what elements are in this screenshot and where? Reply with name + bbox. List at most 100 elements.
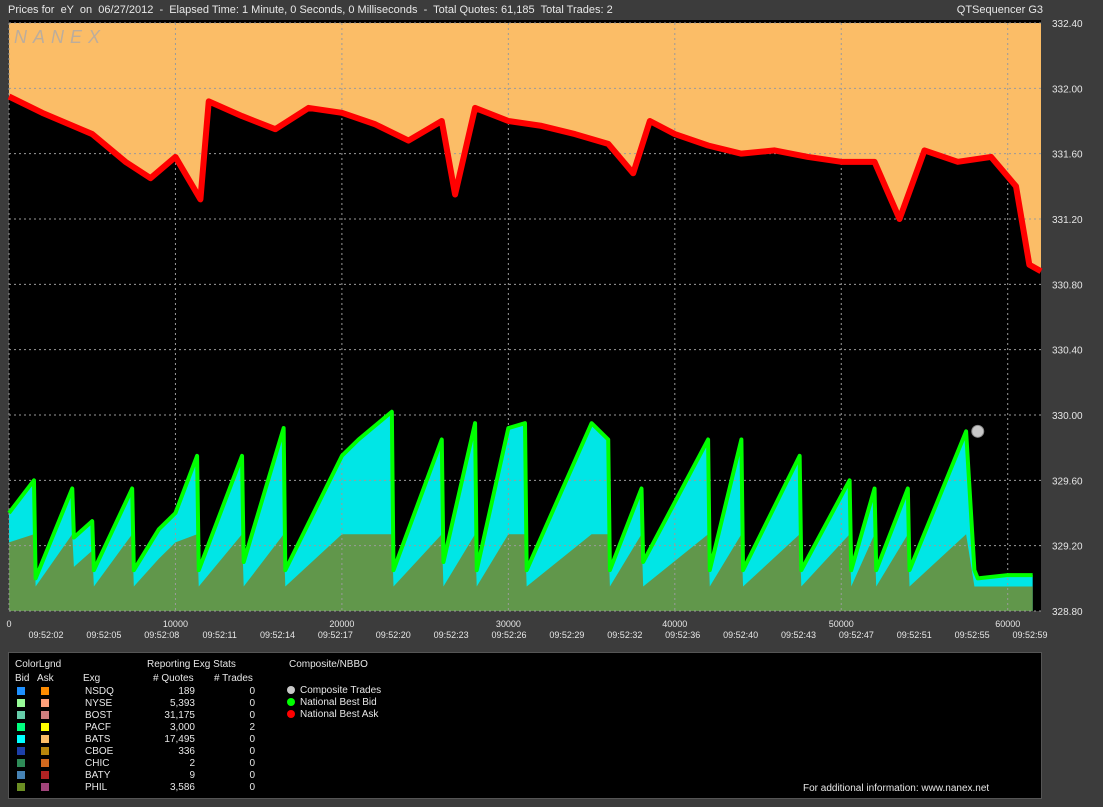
y-tick-label: 331.60: [1052, 150, 1083, 161]
x-time-label: 09:52:26: [492, 630, 527, 640]
ask-color-swatch: [41, 699, 49, 707]
exchange-name: NYSE: [85, 698, 113, 709]
y-tick-label: 329.60: [1052, 476, 1083, 487]
exg-header: Exg: [83, 673, 101, 684]
ask-color-swatch: [41, 771, 49, 779]
y-tick-label: 330.80: [1052, 280, 1083, 291]
trades-count: 0: [249, 698, 255, 709]
quotes-count: 9: [189, 770, 195, 781]
y-tick-label: 332.00: [1052, 84, 1083, 95]
x-index-label: 50000: [829, 619, 854, 629]
x-index-label: 0: [6, 619, 11, 629]
quotes-count: 3,000: [169, 722, 195, 733]
x-time-label: 09:52:32: [607, 630, 642, 640]
trades-count: 0: [249, 710, 255, 721]
x-index-label: 40000: [662, 619, 687, 629]
x-time-label: 09:52:59: [1012, 630, 1047, 640]
stats-title: Reporting Exg Stats: [147, 659, 236, 670]
y-tick-label: 332.40: [1052, 19, 1083, 30]
x-time-label: 09:52:02: [28, 630, 63, 640]
exchange-name: PHIL: [85, 782, 108, 793]
y-tick-label: 330.00: [1052, 411, 1083, 422]
exchange-name: CBOE: [85, 746, 114, 757]
quotes-count: 336: [178, 746, 195, 757]
exchange-name: NSDQ: [85, 686, 114, 697]
x-index-label: 20000: [329, 619, 354, 629]
color-legend-title: ColorLgnd: [15, 659, 62, 670]
price-chart: 332.40 332.00 331.60 331.20 330.80 330.40 330.…: [6, 19, 1083, 640]
bid-color-swatch: [17, 723, 25, 731]
trades-count: 0: [249, 686, 255, 697]
legend-panel: ColorLgnd Bid Ask Exg Reporting Exg Stat…: [8, 652, 1042, 799]
bid-color-swatch: [17, 735, 25, 743]
composite-legend-dot: [287, 698, 295, 706]
x-time-label: 09:52:47: [839, 630, 874, 640]
y-tick-label: 331.20: [1052, 215, 1083, 226]
trades-count: 0: [249, 758, 255, 769]
bid-color-swatch: [17, 747, 25, 755]
composite-legend-label: National Best Ask: [300, 709, 379, 720]
ask-header: Ask: [37, 673, 54, 684]
app-window: Prices for eY on 06/27/2012 - Elapsed Ti…: [0, 0, 1103, 807]
watermark: NANEX: [14, 27, 106, 47]
y-tick-label: 328.80: [1052, 607, 1083, 618]
ask-color-swatch: [41, 711, 49, 719]
bid-color-swatch: [17, 687, 25, 695]
exchange-name: PACF: [85, 722, 111, 733]
x-index-label: 10000: [163, 619, 188, 629]
x-index-label: 60000: [995, 619, 1020, 629]
ask-color-swatch: [41, 759, 49, 767]
bid-color-swatch: [17, 699, 25, 707]
bid-color-swatch: [17, 771, 25, 779]
trade-marker: [971, 424, 985, 438]
ask-color-swatch: [41, 735, 49, 743]
x-time-label: 09:52:51: [897, 630, 932, 640]
trades-count: 0: [249, 782, 255, 793]
exchange-name: BATS: [85, 734, 111, 745]
bid-color-swatch: [17, 783, 25, 791]
ask-color-swatch: [41, 747, 49, 755]
exchange-name: CHIC: [85, 758, 110, 769]
exchange-name: BATY: [85, 770, 111, 781]
composite-legend-label: National Best Bid: [300, 697, 377, 708]
y-tick-label: 329.20: [1052, 542, 1083, 553]
x-time-label: 09:52:20: [376, 630, 411, 640]
x-time-label: 09:52:14: [260, 630, 295, 640]
x-time-label: 09:52:29: [549, 630, 584, 640]
trades-count: 0: [249, 746, 255, 757]
quotes-count: 17,495: [164, 734, 195, 745]
legend-footer: For additional information: www.nanex.ne…: [803, 783, 990, 794]
bid-header: Bid: [15, 673, 30, 684]
trades-count: 2: [249, 722, 255, 733]
x-time-label: 09:52:23: [434, 630, 469, 640]
bid-color-swatch: [17, 711, 25, 719]
y-tick-label: 330.40: [1052, 346, 1083, 357]
x-time-label: 09:52:08: [144, 630, 179, 640]
trades-count: 0: [249, 734, 255, 745]
ask-color-swatch: [41, 783, 49, 791]
quotes-count: 5,393: [169, 698, 195, 709]
quotes-count: 3,586: [169, 782, 195, 793]
x-time-label: 09:52:36: [665, 630, 700, 640]
quotes-count: 2: [189, 758, 195, 769]
ask-color-swatch: [41, 723, 49, 731]
trades-count: 0: [249, 770, 255, 781]
x-time-label: 09:52:43: [781, 630, 816, 640]
quotes-count: 31,175: [164, 710, 195, 721]
x-index-label: 30000: [496, 619, 521, 629]
x-time-label: 09:52:55: [955, 630, 990, 640]
x-time-label: 09:52:17: [318, 630, 353, 640]
exchange-name: BOST: [85, 710, 113, 721]
composite-legend-label: Composite Trades: [300, 685, 382, 696]
composite-title: Composite/NBBO: [289, 659, 368, 670]
x-time-label: 09:52:40: [723, 630, 758, 640]
composite-legend-dot: [287, 686, 295, 694]
quotes-header: # Quotes: [153, 673, 194, 684]
composite-legend-dot: [287, 710, 295, 718]
trades-header: # Trades: [214, 673, 253, 684]
x-time-label: 09:52:11: [202, 630, 236, 640]
ask-color-swatch: [41, 687, 49, 695]
bid-color-swatch: [17, 759, 25, 767]
x-time-label: 09:52:05: [86, 630, 121, 640]
quotes-count: 189: [178, 686, 195, 697]
